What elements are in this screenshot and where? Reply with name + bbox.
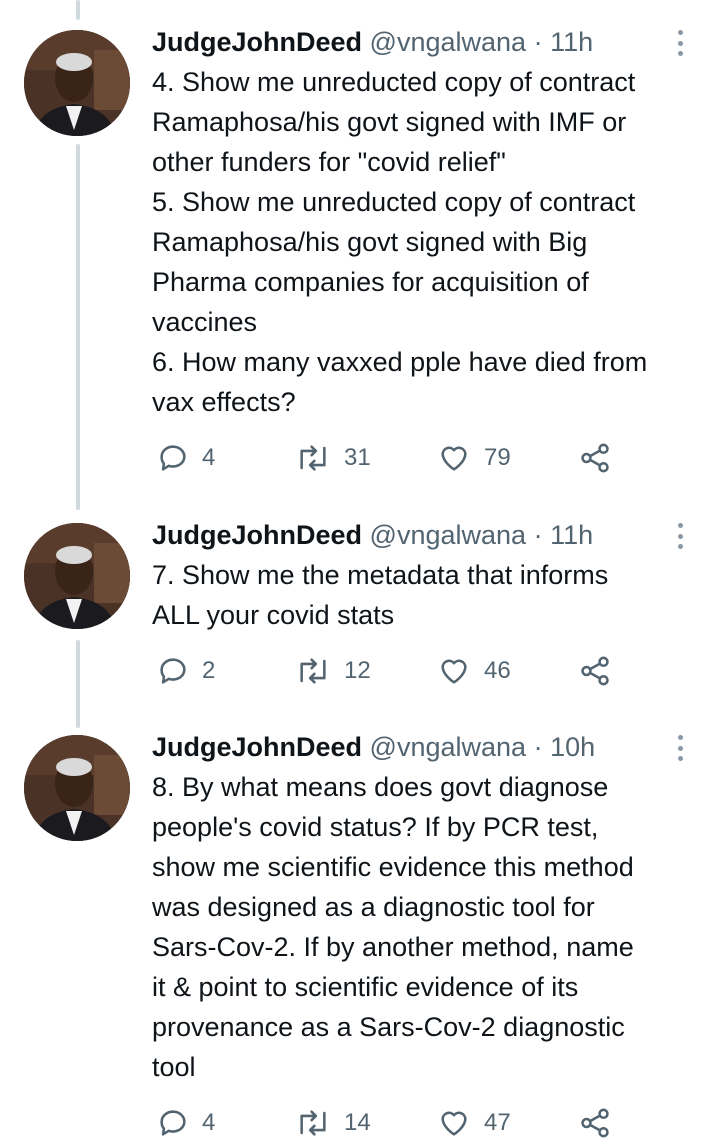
like-button[interactable]: 47 — [436, 1103, 511, 1143]
tweet-text-line: other funders for "covid relief" — [152, 147, 506, 177]
tweet-text: 8. By what means does govt diagnose peop… — [152, 767, 712, 1087]
tweet-text: 4. Show me unreducted copy of contract R… — [152, 62, 712, 422]
avatar[interactable] — [24, 30, 130, 136]
heart-icon — [441, 659, 467, 684]
retweet-button[interactable]: 14 — [294, 1103, 371, 1143]
timestamp[interactable]: 11h — [550, 27, 593, 57]
share-icon — [581, 1108, 609, 1138]
share-icon — [581, 443, 609, 473]
tweet-text-line: was designed as a diagnostic tool for — [152, 892, 595, 922]
avatar[interactable] — [24, 735, 130, 841]
like-button[interactable]: 79 — [436, 438, 511, 478]
tweet-text-line: 6. How many vaxxed pple have died from — [152, 347, 648, 377]
tweet-text-line: Pharma companies for acquisition of — [152, 267, 589, 297]
tweet-text-line: show me scientific evidence this method — [152, 852, 634, 882]
retweet-button[interactable]: 12 — [294, 651, 371, 691]
retweet-count: 31 — [344, 444, 371, 471]
avatar[interactable] — [24, 523, 130, 629]
reply-icon — [160, 1110, 186, 1136]
tweet-text-line: 5. Show me unreducted copy of contract — [152, 187, 636, 217]
author-name[interactable]: JudgeJohnDeed — [152, 520, 362, 550]
thread-line — [76, 144, 80, 510]
timestamp[interactable]: 10h — [550, 732, 595, 762]
separator-dot: · — [533, 732, 543, 762]
heart-icon — [441, 446, 467, 471]
tweet-text-line: vaccines — [152, 307, 258, 337]
share-button[interactable] — [578, 651, 612, 691]
author-name[interactable]: JudgeJohnDeed — [152, 732, 362, 762]
reply-count: 2 — [202, 657, 216, 684]
retweet-icon — [300, 658, 326, 684]
author-handle[interactable]: @vngalwana — [370, 732, 527, 762]
reply-button[interactable]: 2 — [156, 651, 215, 691]
tweet-text-line: 8. By what means does govt diagnose — [152, 772, 609, 802]
tweet-text-line: 4. Show me unreducted copy of contract — [152, 67, 636, 97]
tweet-text-line: it & point to scientific evidence of its — [152, 972, 579, 1002]
author-handle[interactable]: @vngalwana — [370, 520, 527, 550]
share-button[interactable] — [578, 438, 612, 478]
like-count: 46 — [484, 657, 511, 684]
tweet-header: JudgeJohnDeed @vngalwana · 10h — [152, 727, 595, 767]
like-button[interactable]: 46 — [436, 651, 511, 691]
retweet-count: 14 — [344, 1109, 371, 1136]
share-icon — [581, 656, 609, 686]
tweet-header: JudgeJohnDeed @vngalwana · 11h — [152, 515, 593, 555]
separator-dot: · — [533, 27, 543, 57]
tweet-actions: 4 31 79 — [152, 438, 712, 478]
tweet-text-line: Ramaphosa/his govt signed with IMF or — [152, 107, 627, 137]
tweet-text-line: Ramaphosa/his govt signed with Big — [152, 227, 588, 257]
more-options-icon[interactable] — [668, 731, 692, 765]
heart-icon — [441, 1111, 467, 1136]
retweet-button[interactable]: 31 — [294, 438, 371, 478]
tweet-text-line: ALL your covid stats — [152, 600, 395, 630]
more-options-icon[interactable] — [668, 519, 692, 553]
retweet-icon — [300, 445, 326, 471]
like-count: 79 — [484, 444, 511, 471]
author-name[interactable]: JudgeJohnDeed — [152, 27, 362, 57]
tweet-text-line: vax effects? — [152, 387, 296, 417]
tweet-text-line: 7. Show me the metadata that informs — [152, 560, 609, 590]
tweet-text-line: Sars-Cov-2. If by another method, name — [152, 932, 634, 962]
tweet-actions: 2 12 46 — [152, 651, 712, 691]
like-count: 47 — [484, 1109, 511, 1136]
retweet-count: 12 — [344, 657, 371, 684]
tweet-text-line: tool — [152, 1052, 196, 1082]
tweet-text-line: provenance as a Sars-Cov-2 diagnostic — [152, 1012, 625, 1042]
reply-button[interactable]: 4 — [156, 438, 215, 478]
reply-icon — [160, 658, 186, 684]
tweet-header: JudgeJohnDeed @vngalwana · 11h — [152, 22, 593, 62]
tweet-text-line: people's covid status? If by PCR test, — [152, 812, 599, 842]
reply-icon — [160, 445, 186, 471]
share-button[interactable] — [578, 1103, 612, 1143]
more-options-icon[interactable] — [668, 26, 692, 60]
timestamp[interactable]: 11h — [550, 520, 593, 550]
author-handle[interactable]: @vngalwana — [370, 27, 527, 57]
tweet-actions: 4 14 47 — [152, 1103, 712, 1143]
thread-line — [76, 0, 80, 20]
separator-dot: · — [533, 520, 543, 550]
reply-count: 4 — [202, 1109, 216, 1136]
reply-count: 4 — [202, 444, 216, 471]
retweet-icon — [300, 1110, 326, 1136]
tweet-text: 7. Show me the metadata that informs ALL… — [152, 555, 712, 635]
reply-button[interactable]: 4 — [156, 1103, 215, 1143]
thread-line — [76, 640, 80, 728]
